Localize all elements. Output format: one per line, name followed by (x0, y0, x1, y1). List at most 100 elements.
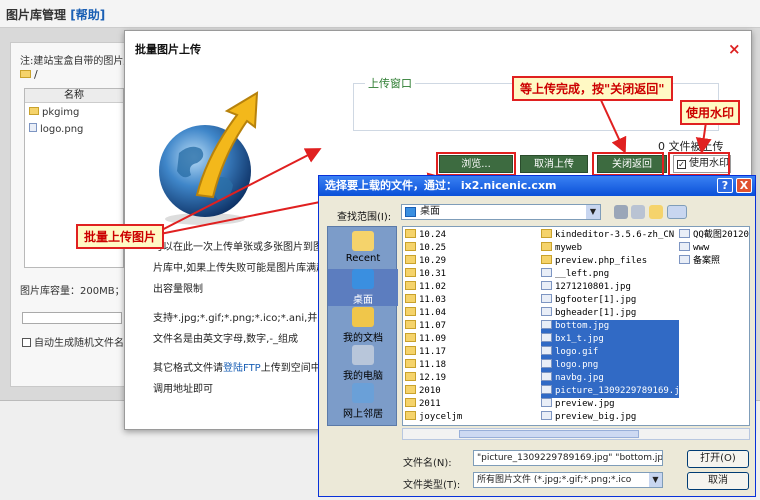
file-item[interactable]: kindeditor-3.5.6-zh_CN (541, 229, 679, 242)
cancel-button[interactable]: 取消 (687, 472, 749, 490)
file-item[interactable]: bgheader[1].jpg (541, 307, 679, 320)
desktop-icon (405, 207, 416, 217)
scrollbar-thumb[interactable] (459, 430, 639, 438)
list-item-label: pkgimg (42, 107, 80, 118)
instruction-text: 其它格式文件请登陆FTP上传到空间中再调用地址即可 (153, 358, 331, 400)
place-desktop[interactable]: 桌面 (328, 269, 398, 306)
file-item[interactable]: 12.19 (405, 372, 541, 385)
file-item-label: 11.07 (419, 321, 447, 331)
file-item-label: kindeditor-3.5.6-zh_CN (555, 230, 675, 240)
filename-input[interactable]: "picture_1309229789169.jpg" "bottom.jpg" (473, 450, 663, 466)
cancel-upload-button[interactable]: 取消上传 (520, 155, 588, 173)
file-open-dialog: 选择要上载的文件，通过： ix2.nicenic.cxm ? X 查找范围(I)… (318, 175, 756, 497)
help-icon[interactable]: ? (717, 178, 733, 193)
file-item-label: preview_big.jpg (555, 412, 637, 422)
folder-icon (405, 398, 416, 407)
place-computer[interactable]: 我的电脑 (328, 345, 398, 382)
file-item[interactable]: 备案照 (679, 255, 749, 268)
file-item[interactable]: 11.17 (405, 346, 541, 359)
file-item[interactable]: preview.jpg (541, 398, 679, 411)
file-item[interactable]: 1271210801.jpg (541, 281, 679, 294)
image-file-icon (541, 281, 552, 290)
image-file-icon (679, 229, 690, 238)
file-item[interactable]: 11.07 (405, 320, 541, 333)
place-network[interactable]: 网上邻居 (328, 383, 398, 420)
view-menu-icon[interactable] (667, 205, 687, 219)
file-item-label: www (693, 243, 710, 253)
file-item-label: bx1_t.jpg (555, 334, 604, 344)
image-file-icon (541, 294, 552, 303)
globe-upload-icon (143, 79, 275, 229)
image-file-icon (541, 385, 552, 394)
file-item[interactable]: navbg.jpg (541, 372, 679, 385)
file-item[interactable]: bgfooter[1].jpg (541, 294, 679, 307)
file-item-label: 11.03 (419, 295, 447, 305)
new-folder-icon[interactable] (649, 205, 663, 219)
open-button[interactable]: 打开(O) (687, 450, 749, 468)
close-icon[interactable]: × (728, 40, 741, 58)
dialog-title: 批量图片上传 (135, 43, 201, 56)
image-file-icon (541, 268, 552, 277)
file-item[interactable]: picture_1309229789169.jpg (541, 385, 690, 398)
callout-close-return: 等上传完成，按"关闭返回" (512, 76, 673, 101)
file-item[interactable]: www (679, 242, 749, 255)
file-item[interactable]: bx1_t.jpg (541, 333, 679, 346)
look-in-select[interactable]: 桌面 ▼ (401, 204, 601, 220)
file-item[interactable]: logo.png (541, 359, 679, 372)
dialog-instructions: 可以在此一次上传单张或多张图片到图片库中,如果上传失败可能是图片库满超出容量限制… (153, 237, 331, 400)
file-item[interactable]: 11.02 (405, 281, 541, 294)
auto-rename-checkbox[interactable]: 自动生成随机文件名 (22, 334, 124, 349)
close-icon[interactable]: X (736, 178, 752, 193)
image-file-icon (29, 123, 37, 132)
up-folder-icon[interactable] (631, 205, 645, 219)
place-recent[interactable]: Recent (328, 231, 398, 264)
path-text: / (34, 68, 38, 81)
file-item[interactable]: 11.04 (405, 307, 541, 320)
file-item[interactable]: QQ截图201203 (679, 229, 749, 242)
file-item[interactable]: preview_big.jpg (541, 411, 679, 424)
file-item[interactable]: 10.25 (405, 242, 541, 255)
horizontal-scrollbar[interactable] (402, 428, 750, 440)
file-item[interactable]: logo.gif (541, 346, 679, 359)
file-item[interactable]: 11.03 (405, 294, 541, 307)
column-header-name[interactable]: 名称 (25, 89, 123, 103)
file-item[interactable]: 11.09 (405, 333, 541, 346)
folder-icon (405, 346, 416, 355)
file-item[interactable]: 11.18 (405, 359, 541, 372)
filetype-select[interactable]: 所有图片文件 (*.jpg;*.gif;*.png;*.ico ▼ (473, 472, 663, 488)
file-item[interactable]: 10.31 (405, 268, 541, 281)
page-header (0, 0, 760, 28)
file-item-label: 11.04 (419, 308, 447, 318)
place-documents[interactable]: 我的文档 (328, 307, 398, 344)
network-icon (352, 383, 374, 403)
highlight-close-return (592, 152, 664, 176)
file-item-label: 11.17 (419, 347, 447, 357)
file-item[interactable]: 2011 (405, 398, 541, 411)
folder-icon (541, 242, 552, 251)
look-in-label: 查找范围(I): (337, 212, 392, 223)
file-item-label: 11.18 (419, 360, 447, 370)
file-item[interactable]: 10.29 (405, 255, 541, 268)
list-item[interactable]: logo.png (29, 123, 83, 135)
chevron-down-icon: ▼ (649, 473, 662, 487)
file-item[interactable]: __left.png (541, 268, 679, 281)
ftp-login-link[interactable]: 登陆FTP (223, 363, 261, 374)
back-icon[interactable] (614, 205, 628, 219)
places-bar: Recent 桌面 我的文档 我的电脑 网上邻居 (327, 226, 398, 426)
list-item[interactable]: pkgimg (29, 107, 79, 118)
file-item[interactable]: myweb (541, 242, 679, 255)
file-item[interactable]: joyceljm (405, 411, 541, 424)
file-item[interactable]: 2010 (405, 385, 541, 398)
file-item[interactable]: 10.24 (405, 229, 541, 242)
folder-icon (405, 268, 416, 277)
file-item-label: 2011 (419, 399, 441, 409)
file-item-label: picture_1309229789169.jpg (555, 386, 691, 396)
page-title: 图片库管理 [帮助] (6, 6, 105, 23)
auto-rename-label: 自动生成随机文件名 (34, 338, 124, 349)
folder-icon (405, 372, 416, 381)
help-link[interactable]: [帮助] (70, 8, 105, 22)
file-item[interactable]: bottom.jpg (541, 320, 679, 333)
instruction-part: 其它格式文件请 (153, 363, 223, 374)
file-item-label: 12.19 (419, 373, 447, 383)
file-item[interactable]: preview.php_files (541, 255, 679, 268)
